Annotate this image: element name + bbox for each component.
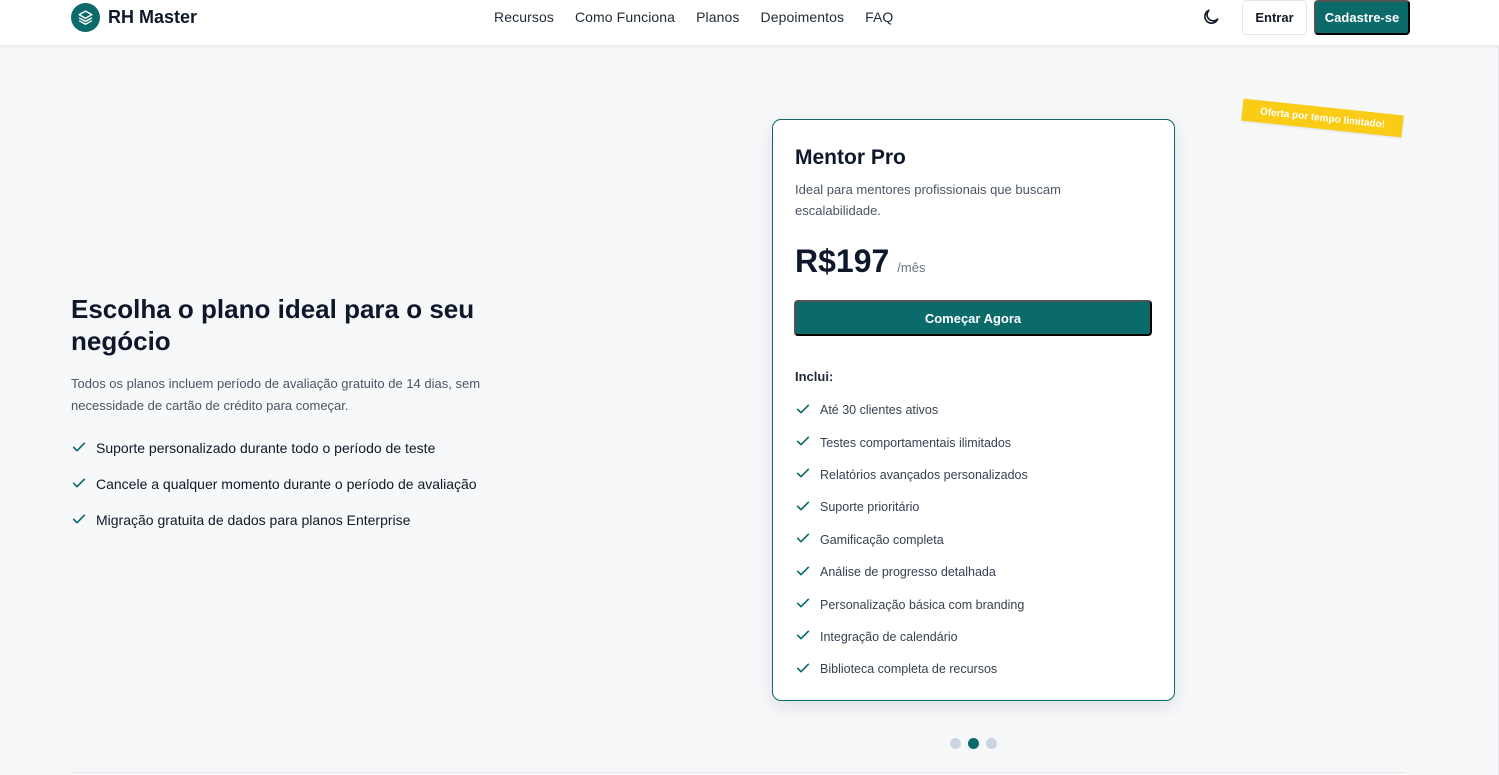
check-icon (71, 475, 87, 494)
feature-text: Análise de progresso detalhada (820, 565, 996, 580)
benefit-text: Suporte personalizado durante todo o per… (96, 440, 436, 456)
check-icon (795, 465, 811, 484)
feature-item: Testes comportamentais ilimitados (795, 426, 1028, 458)
feature-item: Relatórios avançados personalizados (795, 459, 1028, 491)
feature-text: Integração de calendário (820, 629, 958, 644)
carousel-dot[interactable] (968, 738, 979, 749)
features-list: Até 30 clientes ativos Testes comportame… (795, 394, 1028, 686)
check-icon (71, 511, 87, 530)
check-icon (795, 595, 811, 614)
feature-text: Suporte prioritário (820, 500, 920, 515)
check-icon (795, 498, 811, 517)
brand-name: RH Master (108, 7, 198, 27)
plan-description: Ideal para mentores profissionais que bu… (795, 182, 1061, 218)
check-icon (795, 401, 811, 420)
limited-offer-ribbon: Oferta por tempo limitado! (1241, 98, 1404, 138)
benefit-item: Cancele a qualquer momento durante o per… (71, 466, 531, 502)
hero-subtitle: Todos os planos incluem período de avali… (71, 376, 481, 413)
nav-link-faq[interactable]: FAQ (865, 9, 893, 25)
feature-text: Biblioteca completa de recursos (820, 662, 998, 677)
moon-icon[interactable] (1201, 7, 1221, 27)
benefit-item: Migração gratuita de dados para planos E… (71, 502, 531, 538)
benefits-list: Suporte personalizado durante todo o per… (71, 430, 531, 538)
check-icon (795, 433, 811, 452)
brand[interactable]: RH Master (71, 3, 197, 32)
nav-link-recursos[interactable]: Recursos (494, 9, 554, 25)
check-icon (71, 439, 87, 458)
check-icon (795, 660, 811, 679)
hero-section: Escolha o plano ideal para o seu negócio… (71, 293, 531, 538)
main-nav: Recursos Como Funciona Planos Depoimento… (494, 9, 893, 25)
feature-item: Gamificação completa (795, 524, 1028, 556)
feature-text: Testes comportamentais ilimitados (820, 435, 1012, 450)
feature-item: Personalização básica com branding (795, 588, 1028, 620)
benefit-text: Migração gratuita de dados para planos E… (96, 512, 411, 528)
check-icon (795, 530, 811, 549)
benefit-item: Suporte personalizado durante todo o per… (71, 430, 531, 466)
start-now-button[interactable]: Começar Agora (794, 300, 1152, 336)
benefit-text: Cancele a qualquer momento durante o per… (96, 476, 477, 492)
plan-name: Mentor Pro (795, 146, 906, 169)
nav-link-como-funciona[interactable]: Como Funciona (575, 9, 675, 25)
carousel-dot[interactable] (950, 738, 961, 749)
nav-link-planos[interactable]: Planos (696, 9, 739, 25)
nav-link-depoimentos[interactable]: Depoimentos (761, 9, 845, 25)
layers-icon (71, 3, 100, 32)
feature-item: Integração de calendário (795, 621, 1028, 653)
feature-text: Gamificação completa (820, 532, 944, 547)
pricing-card: Mentor Pro Ideal para mentores profissio… (772, 119, 1175, 701)
section-divider (71, 772, 1406, 773)
plan-price: R$197 (795, 243, 890, 279)
page-title: Escolha o plano ideal para o seu negócio (71, 294, 475, 356)
feature-item: Suporte prioritário (795, 491, 1028, 523)
signup-button[interactable]: Cadastre-se (1314, 0, 1410, 35)
check-icon (795, 627, 811, 646)
carousel-dots (950, 738, 997, 749)
includes-title: Inclui: (795, 369, 834, 384)
feature-item: Análise de progresso detalhada (795, 556, 1028, 588)
login-button[interactable]: Entrar (1242, 0, 1307, 35)
feature-item: Biblioteca completa de recursos (795, 653, 1028, 685)
carousel-dot[interactable] (986, 738, 997, 749)
plan-period: /mês (897, 260, 926, 275)
check-icon (795, 563, 811, 582)
price-row: R$197 /mês (795, 243, 925, 280)
feature-text: Relatórios avançados personalizados (820, 467, 1028, 482)
site-header: RH Master Recursos Como Funciona Planos … (0, 0, 1499, 46)
feature-item: Até 30 clientes ativos (795, 394, 1028, 426)
feature-text: Até 30 clientes ativos (820, 403, 939, 418)
feature-text: Personalização básica com branding (820, 597, 1025, 612)
